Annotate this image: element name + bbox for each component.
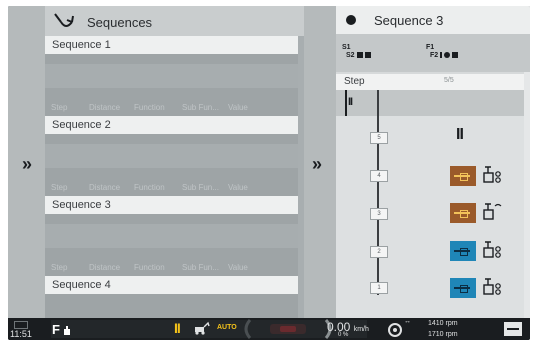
expand-left-icon[interactable]: » [22, 154, 32, 174]
step-count: 5/5 [444, 77, 454, 84]
step-number[interactable]: 5 [370, 132, 388, 144]
hand-icon[interactable] [62, 324, 72, 336]
sequences-panel: » Sequences Sequence 1 Step Distance Fun… [8, 6, 304, 318]
sequence-body[interactable]: Step Distance Function Sub Fun... Value [45, 214, 298, 276]
sequence-detail-panel: » Sequence 3 S1 S2 F1 F2 Step 5/5 II 5 I… [304, 6, 530, 318]
timeline-track [377, 90, 379, 295]
sequence-columns: Step Distance Function Sub Fun... Value [45, 258, 298, 272]
step-number[interactable]: 2 [370, 246, 388, 258]
step-number[interactable]: 1 [370, 282, 388, 294]
circle-icon [444, 52, 451, 59]
sequence-band [45, 64, 298, 88]
col-step: Step [51, 103, 68, 112]
col-function: Function [134, 183, 165, 192]
pto-icon[interactable] [386, 321, 404, 339]
f1-f2-switch[interactable]: F1 F2 [426, 44, 459, 62]
function-key[interactable]: F [52, 322, 60, 337]
square-icon [356, 52, 363, 59]
rpm-readout-1: 1410 rpm [428, 320, 458, 327]
s1-s2-switch[interactable]: S1 S2 [342, 44, 371, 62]
sequence-body[interactable]: Step Distance Function Sub Fun... Value [45, 54, 298, 116]
sequence-band [45, 224, 298, 248]
valve-icon [483, 278, 501, 295]
col-step: Step [51, 183, 68, 192]
col-subfunction: Sub Fun... [182, 103, 219, 112]
speed-dial [244, 319, 332, 339]
loader-icon [195, 321, 210, 335]
hydraulic-valve-icon[interactable] [450, 166, 476, 186]
sequences-title: Sequences [87, 15, 153, 30]
bar-icon [440, 52, 443, 59]
sequence-columns: Step Distance Function Sub Fun... Value [45, 98, 298, 112]
switch-row: S1 S2 F1 F2 [336, 34, 530, 72]
valve-float-icon [483, 203, 502, 220]
col-step: Step [51, 263, 68, 272]
slip-readout: 0 % [338, 332, 349, 338]
s2-label: S2 [346, 52, 355, 59]
terminal-screen: » Sequences Sequence 1 Step Distance Fun… [8, 6, 530, 340]
menu-icon[interactable] [504, 322, 522, 336]
pause-icon[interactable]: II [348, 96, 353, 108]
col-function: Function [134, 263, 165, 272]
left-panel-expand-strip[interactable]: » [8, 6, 45, 318]
sequence-item[interactable]: Sequence 3 Step Distance Function Sub Fu… [45, 196, 298, 276]
col-distance: Distance [89, 103, 121, 112]
sequence-detail-title: Sequence 3 [374, 13, 444, 28]
pause-row[interactable]: II [336, 90, 530, 116]
sequence-item[interactable]: Sequence 4 [45, 276, 298, 318]
col-subfunction: Sub Fun... [182, 263, 219, 272]
diff-lock-icon[interactable]: ↔ [404, 318, 411, 325]
sequence-name[interactable]: Sequence 4 [45, 276, 298, 294]
sequence-item[interactable]: Sequence 1 Step Distance Function Sub Fu… [45, 36, 298, 116]
f2-label: F2 [430, 52, 439, 59]
timeline-track-top [345, 90, 347, 116]
hydraulic-valve-icon[interactable] [450, 241, 476, 261]
s1-label: S1 [342, 44, 351, 51]
right-scrollbar[interactable] [524, 72, 530, 318]
battery-icon [14, 321, 28, 329]
step-pause-icon[interactable]: II [456, 126, 464, 144]
sequence-icon [54, 13, 74, 27]
square-icon [452, 52, 459, 59]
valve-icon [483, 166, 501, 183]
hydraulic-valve-icon[interactable] [450, 203, 476, 223]
clock: 11:51 [10, 329, 32, 339]
col-value: Value [228, 263, 248, 272]
square-icon [364, 52, 371, 59]
sequence-item[interactable]: Sequence 2 Step Distance Function Sub Fu… [45, 116, 298, 196]
pause-status-icon[interactable]: II [174, 320, 181, 336]
col-distance: Distance [89, 263, 121, 272]
sequences-header [45, 6, 304, 36]
speed-unit: km/h [353, 326, 369, 333]
sequence-name[interactable]: Sequence 3 [45, 196, 298, 214]
sequence-name[interactable]: Sequence 2 [45, 116, 298, 134]
sequence-body[interactable]: Step Distance Function Sub Fun... Value [45, 134, 298, 196]
record-icon[interactable] [346, 15, 356, 25]
sequence-detail-header: Sequence 3 [336, 6, 530, 34]
sequence-body[interactable] [45, 294, 298, 318]
step-label: Step [344, 76, 365, 87]
col-function: Function [134, 103, 165, 112]
right-panel-expand-strip[interactable]: » [304, 6, 336, 318]
step-number[interactable]: 4 [370, 170, 388, 182]
auto-mode-label[interactable]: AUTO [217, 324, 237, 331]
f1-label: F1 [426, 44, 435, 51]
expand-right-icon[interactable]: » [312, 154, 322, 174]
col-subfunction: Sub Fun... [182, 183, 219, 192]
sequence-name[interactable]: Sequence 1 [45, 36, 298, 54]
step-number[interactable]: 3 [370, 208, 388, 220]
col-distance: Distance [89, 183, 121, 192]
step-header: Step 5/5 [336, 74, 530, 90]
valve-icon [483, 241, 501, 258]
hydraulic-valve-icon[interactable] [450, 278, 476, 298]
rpm-readout-2: 1710 rpm [428, 331, 458, 338]
col-value: Value [228, 103, 248, 112]
sequence-band [45, 144, 298, 168]
status-bar: 11:51 F II AUTO 0.00 km/h 0 % ↔ 1410 rpm… [8, 318, 530, 340]
sequence-columns: Step Distance Function Sub Fun... Value [45, 178, 298, 192]
col-value: Value [228, 183, 248, 192]
